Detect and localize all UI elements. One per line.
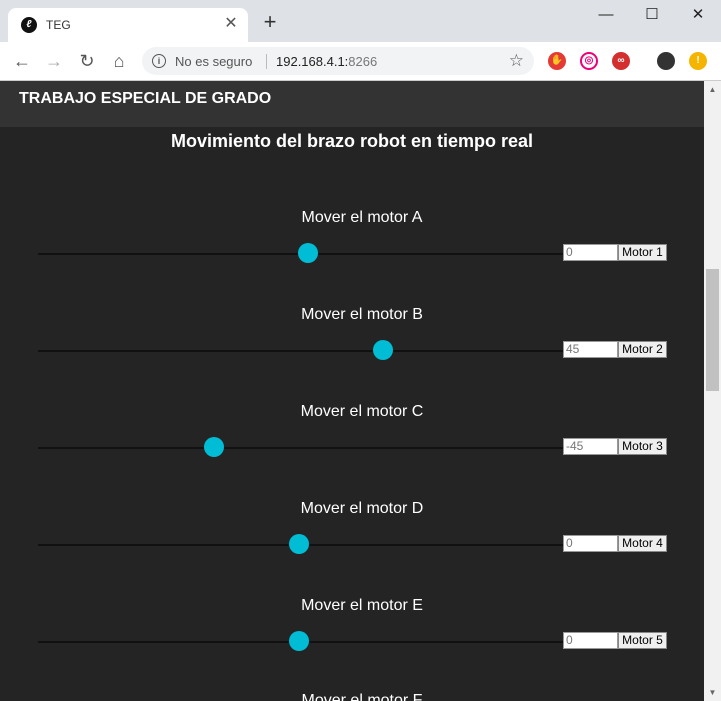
motor-value-input[interactable]: 0	[563, 632, 618, 649]
security-label[interactable]: No es seguro	[175, 54, 252, 69]
slider-track[interactable]	[38, 350, 563, 352]
url-host: 192.168.4.1:	[276, 54, 349, 69]
home-icon[interactable]: ⌂	[106, 48, 132, 74]
scrollbar-thumb[interactable]	[706, 269, 719, 391]
reload-icon[interactable]: ↻	[74, 48, 100, 74]
page-viewport: TRABAJO ESPECIAL DE GRADO Movimiento del…	[0, 81, 704, 701]
motor-value-input[interactable]: 0	[563, 535, 618, 552]
back-arrow-icon[interactable]: ←	[9, 48, 35, 74]
motor-send-button[interactable]: Motor 4	[618, 535, 667, 552]
browser-toolbar: ← → ↻ ⌂ i No es seguro 192.168.4.1:8266 …	[0, 42, 721, 81]
browser-tab[interactable]: ℓ TEG ✕	[8, 8, 248, 42]
minimize-button[interactable]: —	[583, 0, 629, 30]
motor-value-input[interactable]: 0	[563, 244, 618, 261]
motor-label: Mover el motor D	[300, 500, 424, 517]
motor-f-label: Mover el motor F	[301, 692, 423, 701]
motor-send-button[interactable]: Motor 3	[618, 438, 667, 455]
forward-arrow-icon[interactable]: →	[41, 48, 67, 74]
page-header: TRABAJO ESPECIAL DE GRADO	[0, 81, 704, 127]
tab-close-icon[interactable]: ✕	[222, 15, 240, 33]
motor-label: Mover el motor A	[301, 209, 423, 226]
adblock-extension-icon[interactable]: ✋	[548, 52, 566, 70]
scroll-down-icon[interactable]: ▼	[704, 684, 721, 701]
motor-label: Mover el motor E	[301, 597, 423, 614]
url-text[interactable]: 192.168.4.1:8266	[276, 54, 377, 69]
url-port: 8266	[348, 54, 378, 69]
motor-send-button[interactable]: Motor 5	[618, 632, 667, 649]
slider-thumb[interactable]	[372, 340, 393, 360]
instagram-extension-icon[interactable]: ◎	[580, 52, 598, 70]
header-title: TRABAJO ESPECIAL DE GRADO	[19, 90, 272, 107]
vertical-scrollbar[interactable]: ▲ ▼	[704, 81, 721, 701]
favicon-icon: ℓ	[21, 17, 37, 33]
close-window-button[interactable]: ✕	[675, 0, 721, 30]
motor-row: Mover el motor B 45 Motor 2	[0, 306, 704, 403]
new-tab-button[interactable]: +	[260, 11, 280, 33]
tab-strip: ℓ TEG ✕ + — ☐ ✕	[0, 0, 721, 42]
bookmark-star-icon[interactable]: ☆	[509, 51, 524, 71]
slider-thumb[interactable]	[203, 437, 224, 457]
motor-row: Mover el motor E 0 Motor 5	[0, 597, 704, 694]
slider-thumb[interactable]	[288, 631, 309, 651]
motor-value-input[interactable]: 45	[563, 341, 618, 358]
motor-row: Mover el motor A 0 Motor 1	[0, 209, 704, 306]
motor-row: Mover el motor D 0 Motor 4	[0, 500, 704, 597]
creative-cloud-extension-icon[interactable]: ∞	[612, 52, 630, 70]
slider-thumb[interactable]	[288, 534, 309, 554]
slider-thumb[interactable]	[298, 243, 319, 263]
slider-track[interactable]	[38, 447, 563, 449]
omnibox-divider	[266, 54, 267, 69]
motor-send-button[interactable]: Motor 1	[618, 244, 667, 261]
scroll-up-icon[interactable]: ▲	[704, 81, 721, 98]
motor-label: Mover el motor C	[300, 403, 424, 420]
tab-title: TEG	[46, 18, 71, 32]
profile-avatar[interactable]	[657, 52, 675, 70]
maximize-button[interactable]: ☐	[629, 0, 675, 30]
motor-send-button[interactable]: Motor 2	[618, 341, 667, 358]
info-icon[interactable]: i	[152, 54, 166, 68]
motor-row: Mover el motor C -45 Motor 3	[0, 403, 704, 500]
motor-value-input[interactable]: -45	[563, 438, 618, 455]
update-alert-icon[interactable]: !	[689, 52, 707, 70]
address-bar[interactable]: i No es seguro 192.168.4.1:8266 ☆	[142, 47, 534, 75]
motor-label: Mover el motor B	[301, 306, 423, 323]
page-title: Movimiento del brazo robot en tiempo rea…	[170, 131, 534, 151]
